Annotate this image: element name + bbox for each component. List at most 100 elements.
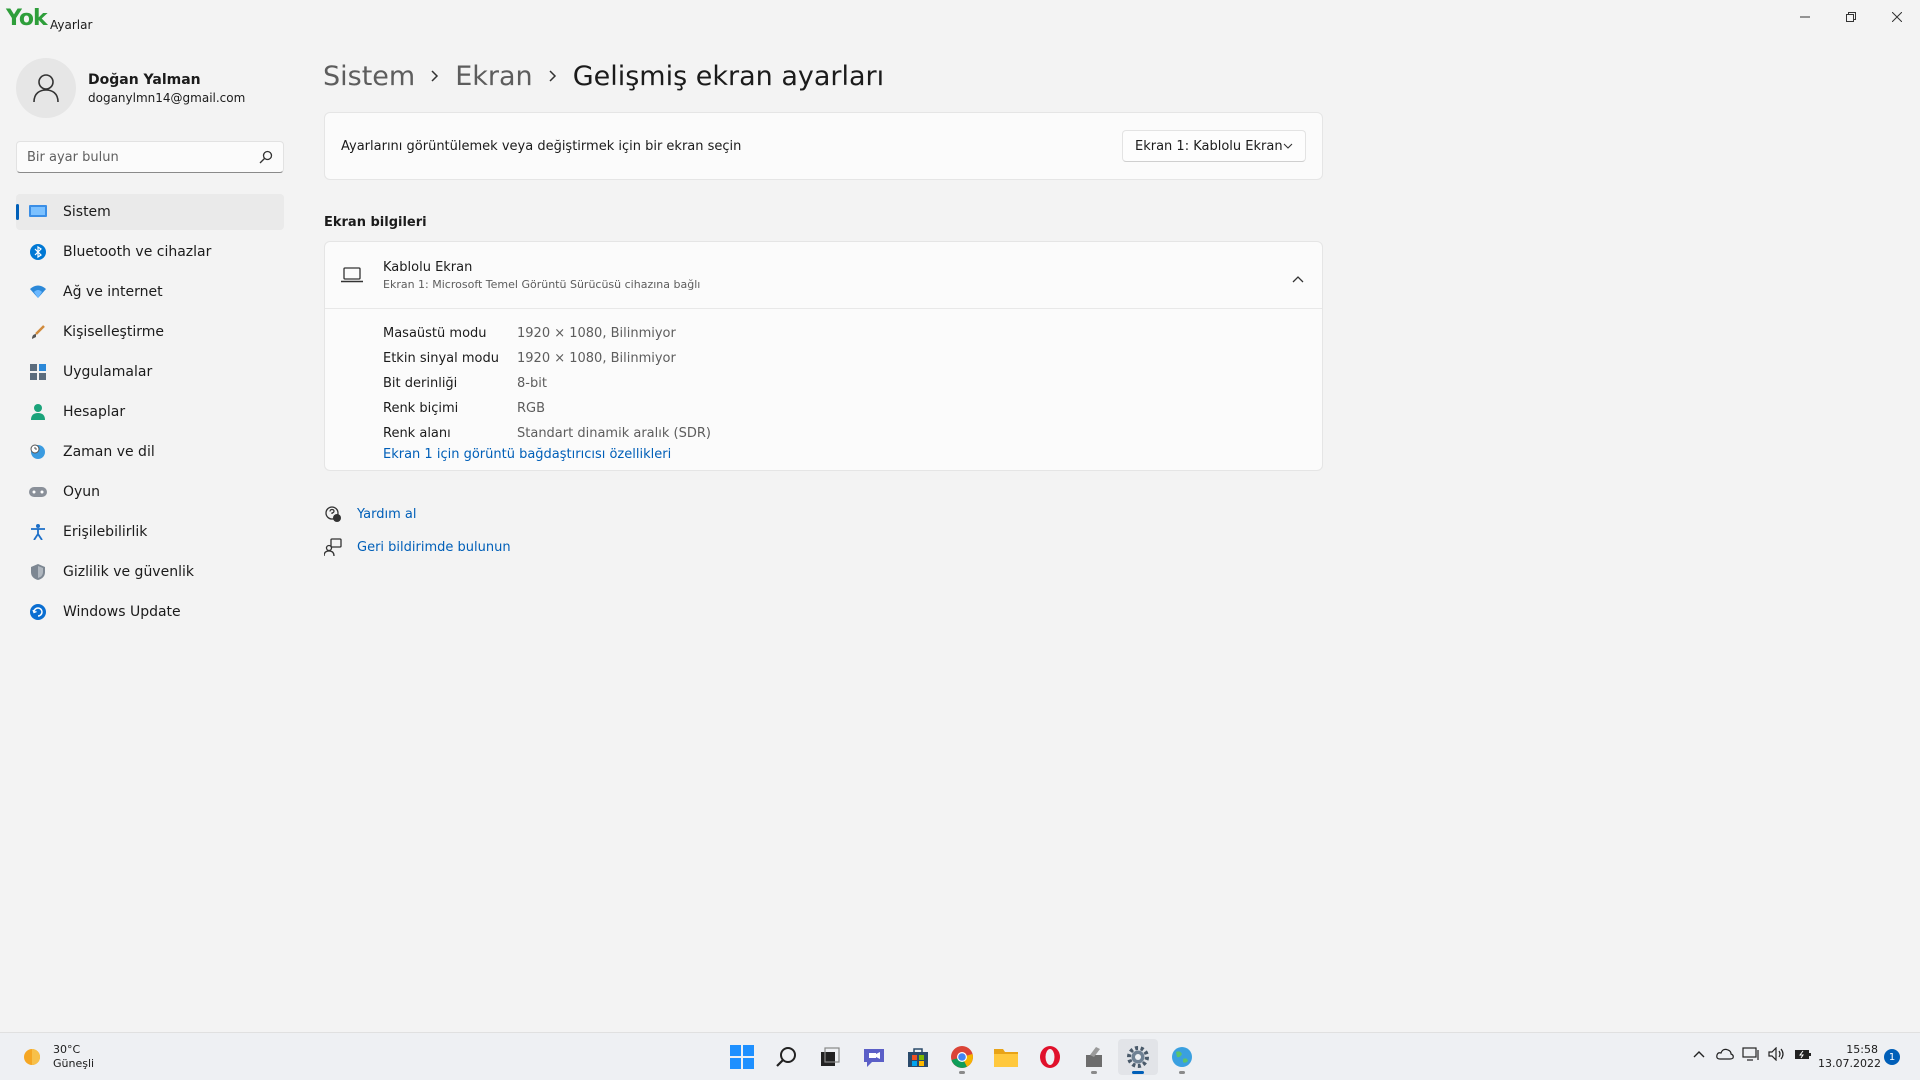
sidebar-nav: Sistem Bluetooth ve cihazlar Ağ ve inter… bbox=[16, 194, 284, 634]
minimize-button[interactable] bbox=[1782, 0, 1828, 34]
app-title: Ayarlar bbox=[50, 18, 93, 32]
sidebar-item-label: Uygulamalar bbox=[63, 364, 153, 380]
globe-app[interactable] bbox=[1162, 1039, 1202, 1075]
info-key: Bit derinliği bbox=[383, 376, 458, 391]
sidebar-item-label: Bluetooth ve cihazlar bbox=[63, 244, 212, 260]
page-title: Gelişmiş ekran ayarları bbox=[572, 60, 885, 92]
battery-icon[interactable] bbox=[1790, 1047, 1816, 1061]
display-name: Kablolu Ekran bbox=[383, 259, 473, 275]
feedback-link[interactable]: Geri bildirimde bulunun bbox=[324, 538, 511, 556]
user-profile[interactable]: Doğan Yalman doganylmn14@gmail.com bbox=[16, 56, 286, 120]
sun-icon bbox=[24, 1049, 40, 1065]
display-info-body: Masaüstü modu 1920 × 1080, Bilinmiyor Et… bbox=[325, 309, 1322, 462]
laptop-icon bbox=[341, 267, 363, 283]
taskbar: 30°C Güneşli 15:58 13.07.2022 1 bbox=[0, 1032, 1920, 1080]
info-row: Renk alanı Standart dinamik aralık (SDR) bbox=[383, 421, 1322, 446]
feedback-icon bbox=[324, 538, 342, 556]
restore-icon bbox=[1846, 12, 1856, 22]
adapter-properties-link[interactable]: Ekran 1 için görüntü bağdaştırıcısı özel… bbox=[383, 447, 1322, 462]
sidebar-item-personalization[interactable]: Kişiselleştirme bbox=[16, 314, 284, 350]
account-icon bbox=[28, 402, 48, 422]
breadcrumb-display[interactable]: Ekran bbox=[455, 61, 532, 92]
gear-icon bbox=[1127, 1046, 1149, 1068]
gamepad-icon bbox=[28, 482, 48, 502]
breadcrumb: Sistem Ekran Gelişmiş ekran ayarları bbox=[323, 56, 884, 96]
info-row: Bit derinliği 8-bit bbox=[383, 371, 1322, 396]
chevron-right-icon bbox=[549, 70, 557, 82]
search-icon bbox=[776, 1047, 796, 1067]
running-indicator bbox=[959, 1071, 965, 1074]
info-value: RGB bbox=[517, 401, 546, 416]
chevron-up-icon[interactable] bbox=[1292, 268, 1304, 287]
display-subtitle: Ekran 1: Microsoft Temel Görüntü Sürücüs… bbox=[383, 277, 701, 291]
running-indicator bbox=[1091, 1071, 1097, 1074]
opera-app[interactable] bbox=[1030, 1039, 1070, 1075]
taskbar-search-button[interactable] bbox=[766, 1039, 806, 1075]
chrome-app[interactable] bbox=[942, 1039, 982, 1075]
sidebar-item-label: Oyun bbox=[63, 484, 101, 500]
info-value: 1920 × 1080, Bilinmiyor bbox=[517, 326, 676, 341]
close-icon bbox=[1892, 12, 1902, 22]
sidebar-item-label: Zaman ve dil bbox=[63, 444, 155, 460]
sidebar-item-label: Sistem bbox=[63, 204, 111, 220]
info-key: Renk alanı bbox=[383, 426, 451, 441]
task-view-button[interactable] bbox=[810, 1039, 850, 1075]
sidebar-item-time-language[interactable]: Zaman ve dil bbox=[16, 434, 284, 470]
tool-app[interactable] bbox=[1074, 1039, 1114, 1075]
update-icon bbox=[28, 602, 48, 622]
search-box[interactable] bbox=[16, 141, 284, 173]
sidebar-item-accounts[interactable]: Hesaplar bbox=[16, 394, 284, 430]
info-row: Renk biçimi RGB bbox=[383, 396, 1322, 421]
notification-badge[interactable]: 1 bbox=[1884, 1049, 1900, 1065]
chevron-up-icon[interactable] bbox=[1686, 1050, 1712, 1058]
sidebar-item-gaming[interactable]: Oyun bbox=[16, 474, 284, 510]
taskbar-clock[interactable]: 15:58 13.07.2022 bbox=[1818, 1043, 1881, 1071]
profile-email: doganylmn14@gmail.com bbox=[88, 90, 246, 105]
get-help-link[interactable]: Yardım al bbox=[324, 505, 416, 523]
clock-date: 13.07.2022 bbox=[1818, 1057, 1881, 1070]
breadcrumb-system[interactable]: Sistem bbox=[323, 61, 415, 92]
info-key: Masaüstü modu bbox=[383, 326, 487, 341]
sidebar-item-label: Kişiselleştirme bbox=[63, 324, 164, 340]
close-button[interactable] bbox=[1874, 0, 1920, 34]
info-key: Renk biçimi bbox=[383, 401, 459, 416]
search-icon[interactable] bbox=[259, 150, 273, 164]
sidebar-item-apps[interactable]: Uygulamalar bbox=[16, 354, 284, 390]
search-input[interactable] bbox=[27, 149, 259, 165]
display-select-card: Ayarlarını görüntülemek veya değiştirmek… bbox=[324, 112, 1323, 180]
running-indicator bbox=[1179, 1071, 1185, 1074]
info-row: Etkin sinyal modu 1920 × 1080, Bilinmiyo… bbox=[383, 346, 1322, 371]
shield-icon bbox=[28, 562, 48, 582]
weather-widget[interactable]: 30°C Güneşli bbox=[20, 1043, 94, 1071]
info-key: Etkin sinyal modu bbox=[383, 351, 499, 366]
sidebar-item-label: Ağ ve internet bbox=[63, 284, 163, 300]
folder-icon bbox=[994, 1049, 1018, 1067]
clock-time: 15:58 bbox=[1846, 1043, 1878, 1056]
start-button[interactable] bbox=[722, 1039, 762, 1075]
store-app[interactable] bbox=[898, 1039, 938, 1075]
wifi-icon bbox=[28, 282, 48, 302]
tool-icon bbox=[1086, 1047, 1102, 1067]
settings-app[interactable] bbox=[1118, 1039, 1158, 1075]
taskbar-apps bbox=[722, 1039, 1206, 1075]
file-explorer-app[interactable] bbox=[986, 1039, 1026, 1075]
cloud-icon[interactable] bbox=[1712, 1048, 1738, 1060]
sidebar-item-accessibility[interactable]: Erişilebilirlik bbox=[16, 514, 284, 550]
sidebar-item-system[interactable]: Sistem bbox=[16, 194, 284, 230]
sidebar-item-windows-update[interactable]: Windows Update bbox=[16, 594, 284, 630]
bluetooth-icon bbox=[28, 242, 48, 262]
display-dropdown[interactable]: Ekran 1: Kablolu Ekran bbox=[1122, 130, 1306, 162]
network-icon[interactable] bbox=[1738, 1047, 1764, 1061]
restore-button[interactable] bbox=[1828, 0, 1874, 34]
sidebar-item-label: Gizlilik ve güvenlik bbox=[63, 564, 194, 580]
volume-icon[interactable] bbox=[1764, 1047, 1790, 1061]
sidebar-item-privacy[interactable]: Gizlilik ve güvenlik bbox=[16, 554, 284, 590]
minimize-icon bbox=[1800, 16, 1810, 18]
display-dropdown-value: Ekran 1: Kablolu Ekran bbox=[1135, 138, 1283, 154]
display-info-header[interactable]: Kablolu Ekran Ekran 1: Microsoft Temel G… bbox=[325, 242, 1322, 309]
globe-icon bbox=[1172, 1047, 1192, 1067]
chat-app[interactable] bbox=[854, 1039, 894, 1075]
person-icon bbox=[33, 74, 59, 103]
sidebar-item-bluetooth[interactable]: Bluetooth ve cihazlar bbox=[16, 234, 284, 270]
sidebar-item-network[interactable]: Ağ ve internet bbox=[16, 274, 284, 310]
